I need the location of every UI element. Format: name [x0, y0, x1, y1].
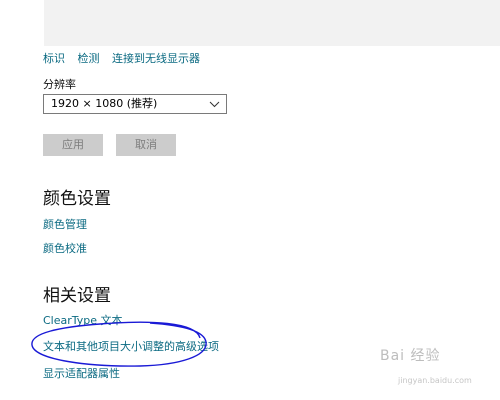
display-preview-area[interactable] — [44, 0, 500, 46]
watermark: Bai 经验 — [380, 345, 441, 365]
resolution-label: 分辨率 — [43, 78, 76, 91]
cleartype-text-link[interactable]: ClearType 文本 — [43, 312, 123, 328]
color-settings-title: 颜色设置 — [43, 189, 111, 209]
advanced-text-sizing-link[interactable]: 文本和其他项目大小调整的高级选项 — [43, 338, 219, 354]
display-action-links: 标识 检测 连接到无线显示器 — [43, 50, 209, 66]
watermark-text: Bai 经验 — [380, 348, 441, 364]
watermark-subtext: jingyan.baidu.com — [398, 376, 472, 385]
connect-wireless-display-link[interactable]: 连接到无线显示器 — [112, 52, 200, 65]
resolution-dropdown[interactable]: 1920 × 1080 (推荐) — [43, 94, 227, 114]
detect-link[interactable]: 检测 — [78, 52, 100, 65]
related-settings-title: 相关设置 — [43, 286, 111, 306]
apply-button[interactable]: 应用 — [43, 134, 103, 156]
color-calibration-link[interactable]: 颜色校准 — [43, 240, 87, 256]
chevron-down-icon — [209, 95, 220, 120]
identify-link[interactable]: 标识 — [43, 52, 65, 65]
resolution-selected-value: 1920 × 1080 (推荐) — [51, 97, 158, 110]
color-management-link[interactable]: 颜色管理 — [43, 216, 87, 232]
display-adapter-properties-link[interactable]: 显示适配器属性 — [43, 365, 120, 381]
cancel-button[interactable]: 取消 — [116, 134, 176, 156]
display-settings-page: 标识 检测 连接到无线显示器 分辨率 1920 × 1080 (推荐) 应用 取… — [0, 0, 500, 400]
